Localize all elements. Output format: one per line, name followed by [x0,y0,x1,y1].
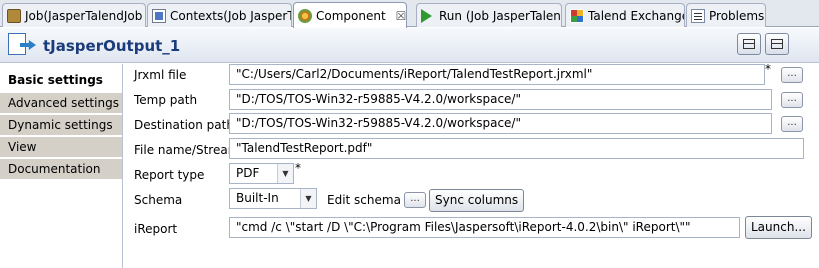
destination-path-label: Destination path [134,118,234,132]
launch-button[interactable]: Launch... [745,216,812,239]
talend-exchange-icon [570,8,584,23]
schema-value: Built-In [236,191,279,205]
close-icon[interactable]: ☒ [396,9,406,23]
ireport-command-input[interactable]: "cmd /c \"start /D \"C:\Program Files\Ja… [229,217,740,238]
job-icon [7,8,21,23]
sidebar-item-basic-settings[interactable]: Basic settings [0,68,122,93]
tab-label: Problems [709,8,765,23]
layout-toggle-button-2[interactable] [765,33,789,55]
component-icon [298,8,312,23]
chevron-down-icon: ▼ [300,189,316,208]
ireport-label: iReport [134,222,178,236]
tab-talend-exchange[interactable]: Talend Exchange [565,3,685,27]
sidebar-item-advanced-settings[interactable]: Advanced settings [0,93,122,114]
tab-label: Run (Job JasperTalend [439,8,562,23]
component-header: tJasperOutput_1 [0,28,819,63]
temp-path-label: Temp path [134,93,198,107]
jrxml-browse-button[interactable]: ... [781,67,803,83]
layout-icon [743,39,755,49]
temp-path-input[interactable]: "D:/TOS/TOS-Win32-r59885-V4.2.0/workspac… [229,89,772,110]
layout-icon [771,39,783,49]
tab-job[interactable]: Job(JasperTalendJob [2,3,146,27]
jrxml-file-label: Jrxml file [134,68,187,82]
sidebar-item-documentation[interactable]: Documentation [0,159,122,180]
tab-label: Job(JasperTalendJob [25,8,143,23]
report-type-select[interactable]: PDF ▼ [229,163,294,184]
problems-icon [691,8,705,23]
jrxml-file-input[interactable]: "C:/Users/Carl2/Documents/iReport/Talend… [229,64,765,85]
view-tab-bar: Job(JasperTalendJob Contexts(Job JasperT… [0,0,819,28]
destination-path-browse-button[interactable]: ... [781,116,803,132]
tab-label: Component [316,8,386,23]
file-name-input[interactable]: "TalendTestReport.pdf" [229,138,804,159]
layout-toggle-button[interactable] [737,33,761,55]
file-name-label: File name/Stream [134,143,240,157]
tab-label: Talend Exchange [588,8,685,23]
basic-settings-form: Jrxml file "C:/Users/Carl2/Documents/iRe… [124,62,819,268]
temp-path-browse-button[interactable]: ... [781,92,803,108]
required-marker: * [765,62,771,76]
tab-problems[interactable]: Problems [686,3,766,27]
schema-select[interactable]: Built-In ▼ [229,188,317,209]
tab-component[interactable]: Component ☒ [293,2,407,28]
destination-path-input[interactable]: "D:/TOS/TOS-Win32-r59885-V4.2.0/workspac… [229,113,772,134]
tab-run[interactable]: Run (Job JasperTalend [416,3,562,27]
settings-sidebar: Basic settings Advanced settings Dynamic… [0,64,123,268]
sync-columns-button[interactable]: Sync columns [429,189,525,212]
tab-contexts[interactable]: Contexts(Job JasperTal [147,3,292,27]
sidebar-item-view[interactable]: View [0,137,122,158]
schema-label: Schema [134,193,183,207]
report-type-label: Report type [134,168,205,182]
edit-schema-label: Edit schema [327,193,401,207]
run-icon [421,8,435,23]
contexts-icon [152,8,166,23]
component-title: tJasperOutput_1 [43,37,181,55]
tab-label: Contexts(Job JasperTal [170,8,292,23]
report-type-value: PDF [236,166,260,180]
sidebar-item-dynamic-settings[interactable]: Dynamic settings [0,115,122,136]
required-marker: * [295,161,301,175]
jasper-output-icon [6,32,38,59]
edit-schema-button[interactable]: ... [404,192,426,208]
chevron-down-icon: ▼ [277,164,293,183]
